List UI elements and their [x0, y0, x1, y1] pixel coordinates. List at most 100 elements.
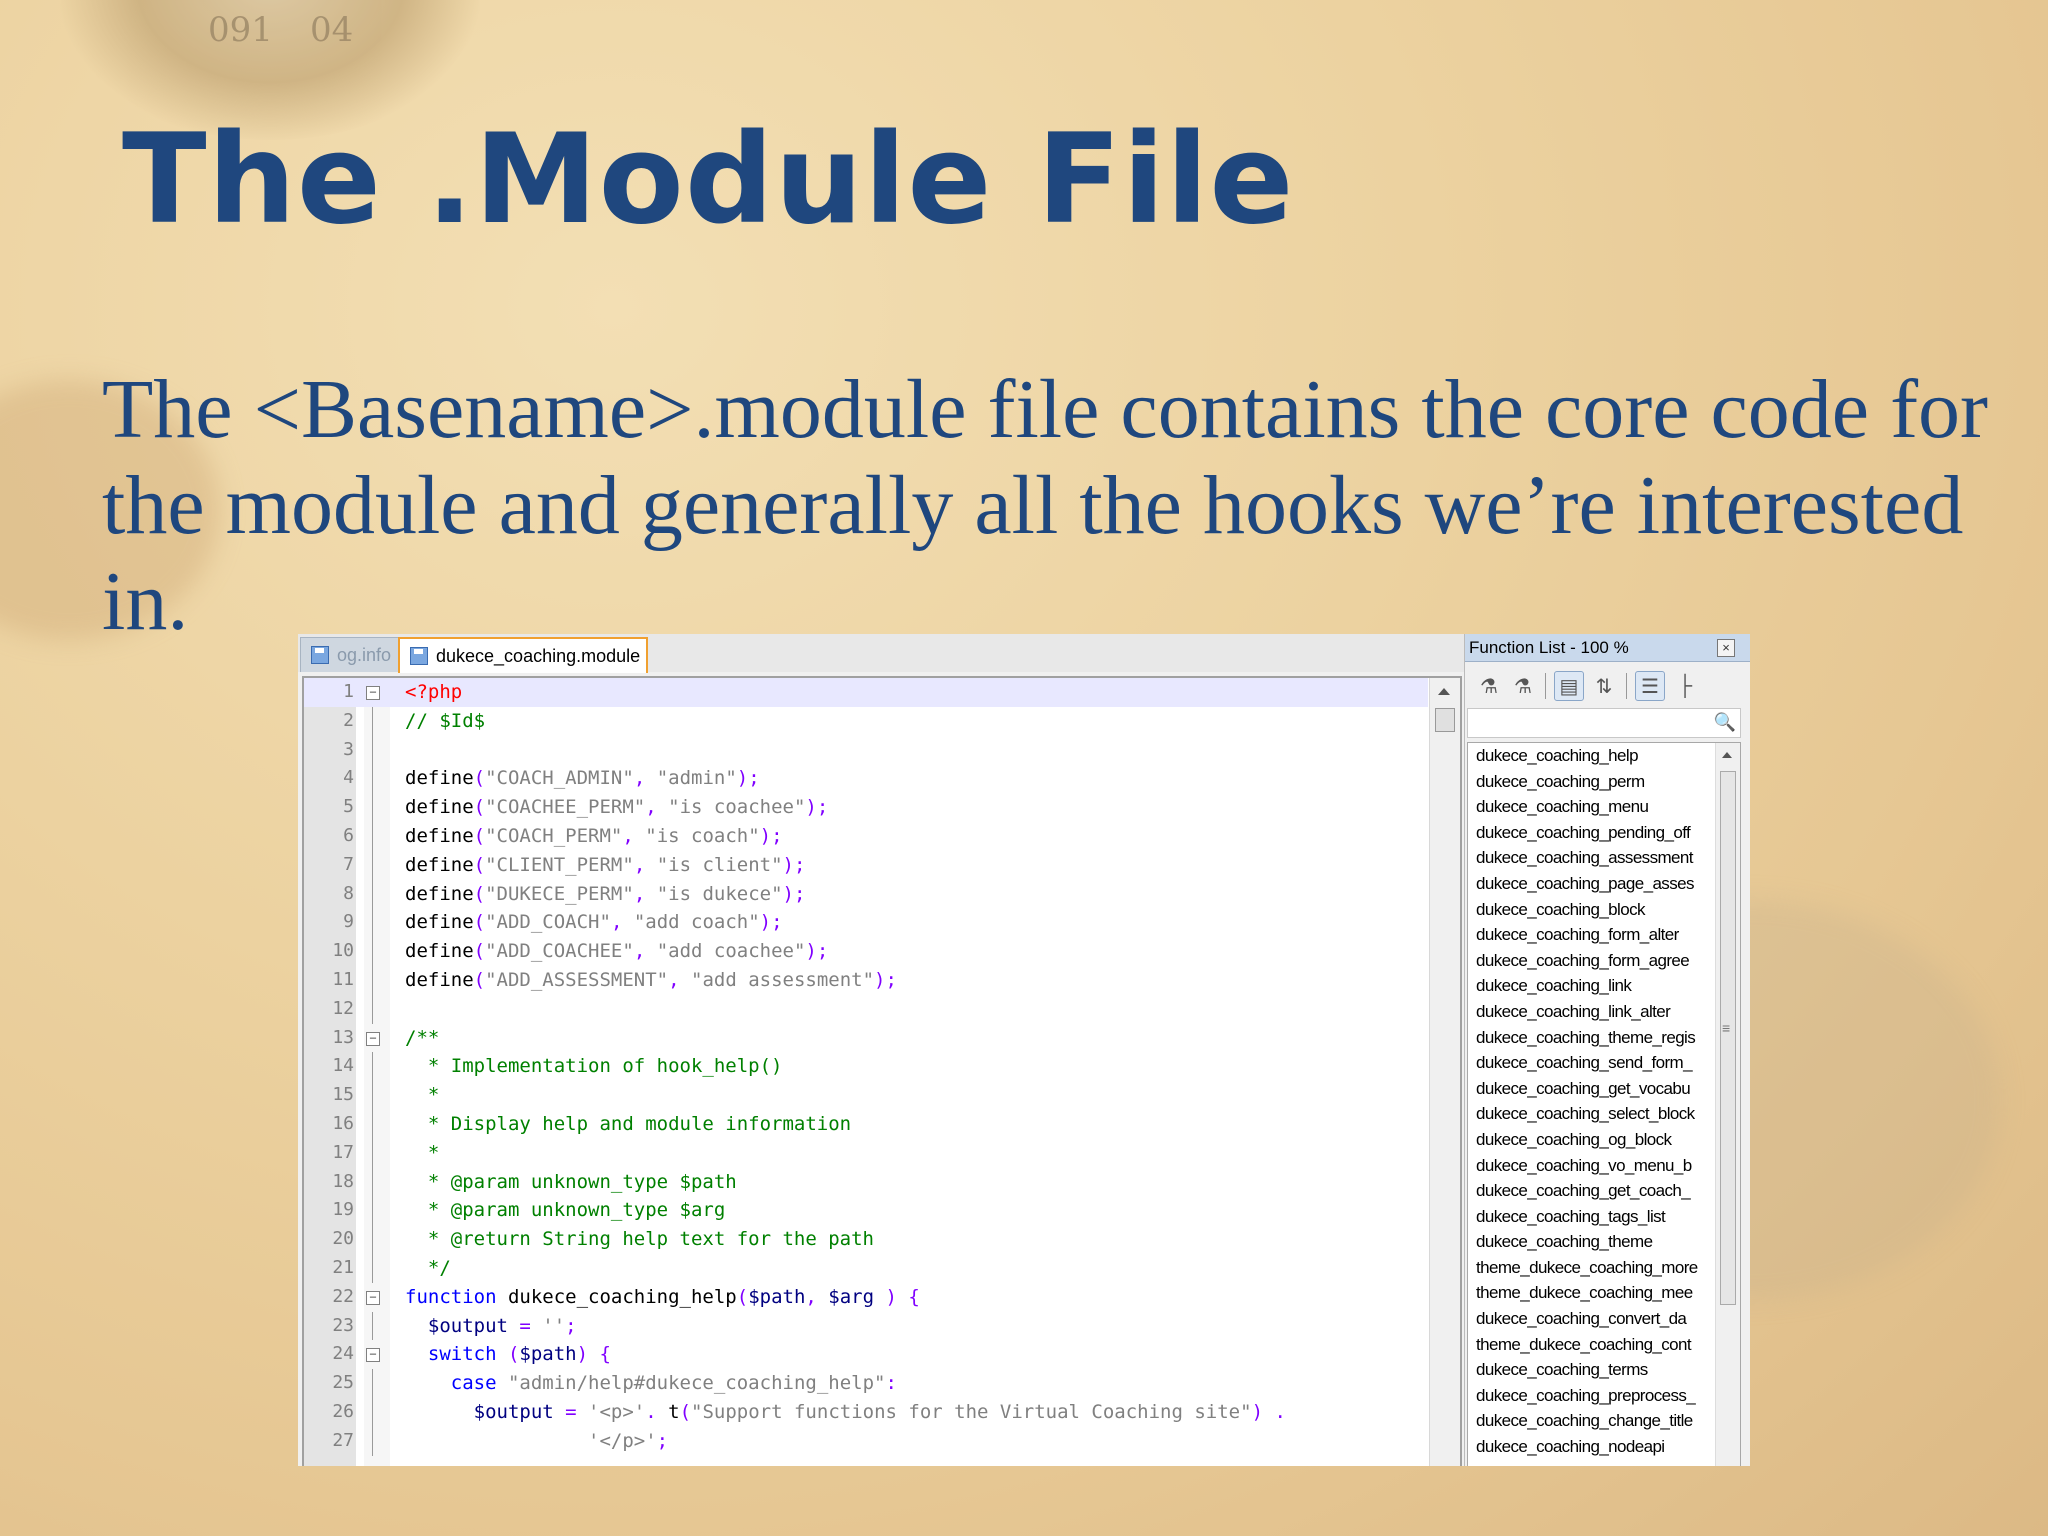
file-save-icon: [311, 646, 329, 664]
scroll-up-arrow-icon[interactable]: [1438, 688, 1450, 695]
code-line[interactable]: 19 * @param unknown_type $arg: [304, 1196, 1428, 1226]
function-list-item[interactable]: dukece_coaching_convert_da: [1468, 1306, 1712, 1332]
function-list-item[interactable]: theme_dukece_coaching_cont: [1468, 1332, 1712, 1358]
function-list-item[interactable]: dukece_coaching_perm: [1468, 769, 1712, 795]
function-list-item[interactable]: dukece_coaching_page_asses: [1468, 871, 1712, 897]
code-line[interactable]: 27 '</p>';: [304, 1426, 1428, 1456]
code-token: *: [405, 1084, 440, 1107]
function-list-item[interactable]: dukece_coaching_theme: [1468, 1229, 1712, 1255]
code-line[interactable]: 10 define("ADD_COACHEE", "add coachee");: [304, 937, 1428, 966]
code-line[interactable]: 13− /**: [304, 1024, 1428, 1053]
code-line[interactable]: 6 define("COACH_PERM", "is coach");: [304, 821, 1428, 851]
function-list-item[interactable]: dukece_coaching_help: [1468, 743, 1712, 769]
function-list-item[interactable]: dukece_coaching_vo_menu_b: [1468, 1153, 1712, 1179]
function-list: dukece_coaching_help dukece_coaching_perm…: [1467, 742, 1741, 1466]
code-line[interactable]: 1− <?php: [304, 678, 1428, 707]
code-line[interactable]: 2 // $Id$: [304, 706, 1428, 736]
tab-dukece-coaching-module[interactable]: dukece_coaching.module: [398, 637, 648, 673]
code-line[interactable]: 17 *: [304, 1138, 1428, 1168]
function-list-item[interactable]: dukece_coaching_link_alter: [1468, 999, 1712, 1025]
code-line[interactable]: 4 define("COACH_ADMIN", "admin");: [304, 764, 1428, 794]
function-list-item[interactable]: dukece_coaching_link: [1468, 973, 1712, 999]
search-icon[interactable]: 🔍: [1714, 712, 1736, 733]
function-list-item[interactable]: dukece_coaching_theme_regis: [1468, 1025, 1712, 1051]
close-icon[interactable]: ×: [1717, 639, 1735, 657]
reload-icon[interactable]: ⚗: [1475, 672, 1503, 700]
code-line[interactable]: 25 case "admin/help#dukece_coaching_help…: [304, 1369, 1428, 1398]
function-list-item[interactable]: dukece_coaching_select_block: [1468, 1101, 1712, 1127]
scrollbar-thumb[interactable]: [1720, 771, 1736, 1305]
code-line[interactable]: 16 * Display help and module information: [304, 1109, 1428, 1139]
code-token: "Support functions for the Virtual Coach…: [691, 1400, 1252, 1423]
function-list-item[interactable]: dukece_coaching_send_form_: [1468, 1050, 1712, 1076]
function-list-item[interactable]: dukece_coaching_form_agree: [1468, 948, 1712, 974]
function-list-item[interactable]: dukece_coaching_preprocess_: [1468, 1383, 1712, 1409]
sort-by-order-icon[interactable]: ▤: [1554, 671, 1584, 701]
code-text-area[interactable]: 1− <?php 2// $Id$ 3 4 define("COACH_ADMIN", "…: [302, 676, 1462, 1466]
code-line[interactable]: 18 * @param unknown_type $path: [304, 1167, 1428, 1197]
code-text: *: [405, 1081, 439, 1110]
function-list-item[interactable]: dukece_coaching_terms: [1468, 1357, 1712, 1383]
code-line[interactable]: 15 *: [304, 1081, 1428, 1110]
fold-guide-line: [372, 706, 373, 736]
code-token: );: [759, 824, 783, 847]
code-line[interactable]: 22− function dukece_coaching_help($path, …: [304, 1283, 1428, 1312]
function-list-items: dukece_coaching_help dukece_coaching_perm…: [1468, 743, 1740, 1460]
code-line[interactable]: 8 define("DUKECE_PERM", "is dukece");: [304, 879, 1428, 909]
code-token: (: [736, 1285, 749, 1308]
code-token: $path: [519, 1343, 577, 1366]
function-list-item[interactable]: dukece_coaching_get_vocabu: [1468, 1076, 1712, 1102]
code-text: function dukece_coaching_help($path, $ar…: [405, 1283, 920, 1312]
function-list-item[interactable]: theme_dukece_coaching_mee: [1468, 1280, 1712, 1306]
function-list-item[interactable]: dukece_coaching_assessment: [1468, 845, 1712, 871]
code-line[interactable]: 11 define("ADD_ASSESSMENT", "add assessme…: [304, 965, 1428, 995]
function-list-item[interactable]: dukece_coaching_pending_off: [1468, 820, 1712, 846]
tree-view-icon[interactable]: ├: [1671, 672, 1699, 700]
scrollbar-thumb[interactable]: [1435, 708, 1455, 732]
code-line[interactable]: 23 $output = '';: [304, 1311, 1428, 1341]
editor-vertical-scrollbar[interactable]: [1429, 678, 1460, 1466]
function-list-item[interactable]: dukece_coaching_tags_list: [1468, 1204, 1712, 1230]
function-list-item[interactable]: theme_dukece_coaching_more: [1468, 1255, 1712, 1281]
slide-body: The <Basename>.module file contains the …: [102, 363, 1989, 648]
code-token: ,: [805, 1285, 829, 1308]
function-search-input[interactable]: 🔍: [1467, 708, 1741, 738]
function-list-item[interactable]: dukece_coaching_form_alter: [1468, 922, 1712, 948]
function-list-item[interactable]: dukece_coaching_menu: [1468, 794, 1712, 820]
tab-og-info[interactable]: og.info: [300, 637, 414, 672]
code-line[interactable]: 20 * @return String help text for the pa…: [304, 1225, 1428, 1254]
function-list-item[interactable]: dukece_coaching_get_coach_: [1468, 1178, 1712, 1204]
fold-toggle-icon[interactable]: −: [366, 1031, 380, 1046]
function-list-item[interactable]: dukece_coaching_nodeapi: [1468, 1434, 1712, 1460]
code-line[interactable]: 21 */: [304, 1253, 1428, 1283]
sort-alpha-icon[interactable]: ⇅: [1590, 672, 1618, 700]
code-line[interactable]: 7 define("CLIENT_PERM", "is client");: [304, 850, 1428, 880]
code-token: "add coachee": [656, 940, 806, 963]
code-line[interactable]: 24− switch ($path) {: [304, 1340, 1428, 1369]
fold-toggle-icon[interactable]: −: [366, 1348, 380, 1363]
function-list-scrollbar[interactable]: ≡: [1715, 743, 1740, 1466]
code-lines: 1− <?php 2// $Id$ 3 4 define("COACH_ADMIN", "…: [304, 678, 1428, 1456]
code-line[interactable]: 14 * Implementation of hook_help(): [304, 1052, 1428, 1082]
code-text: define("ADD_COACHEE", "add coachee");: [405, 937, 828, 966]
reload-all-icon[interactable]: ⚗: [1509, 672, 1537, 700]
code-line[interactable]: 5 define("COACHEE_PERM", "is coachee");: [304, 793, 1428, 822]
code-line[interactable]: 26 $output = '<p>'. t("Support functions…: [304, 1397, 1428, 1427]
fold-toggle-icon[interactable]: −: [366, 686, 380, 700]
code-line[interactable]: 9 define("ADD_COACH", "add coach");: [304, 908, 1428, 938]
function-list-item[interactable]: dukece_coaching_og_block: [1468, 1127, 1712, 1153]
fold-toggle-icon[interactable]: −: [366, 1290, 380, 1305]
line-number: 24: [332, 1343, 354, 1365]
function-list-item[interactable]: dukece_coaching_change_title: [1468, 1408, 1712, 1434]
code-text: case "admin/help#dukece_coaching_help":: [405, 1369, 897, 1398]
scroll-up-arrow-icon[interactable]: [1722, 752, 1732, 758]
code-line[interactable]: 12: [304, 994, 1428, 1024]
code-line[interactable]: 3: [304, 735, 1428, 765]
code-token: dukece_coaching_help: [496, 1285, 737, 1308]
code-text: * @param unknown_type $path: [405, 1168, 737, 1197]
function-list-item[interactable]: dukece_coaching_block: [1468, 897, 1712, 923]
list-view-icon[interactable]: ☰: [1635, 671, 1665, 701]
code-token: "CLIENT_PERM": [485, 853, 634, 876]
fold-guide-line: [372, 735, 373, 765]
